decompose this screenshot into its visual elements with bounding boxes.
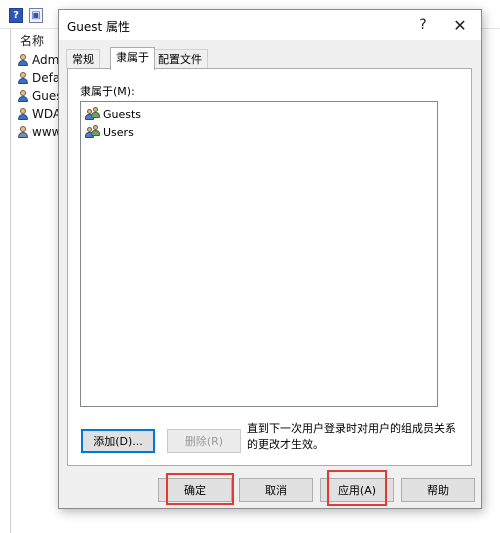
guest-properties-dialog: Guest 属性 ? ✕ 常规 隶属于 配置文件 隶属于(M): Guests bbox=[58, 9, 482, 509]
tab-member-of[interactable]: 隶属于 bbox=[110, 47, 155, 70]
remove-button[interactable]: 删除(R) bbox=[167, 429, 241, 453]
tab-general[interactable]: 常规 bbox=[66, 49, 100, 69]
tree-divider bbox=[10, 29, 11, 533]
user-icon bbox=[16, 89, 30, 103]
cancel-button[interactable]: 取消 bbox=[239, 478, 313, 502]
membership-change-note: 直到下一次用户登录时对用户的组成员关系的更改才生效。 bbox=[247, 422, 456, 451]
group-item-guests[interactable]: Guests bbox=[85, 106, 141, 122]
group-icon bbox=[85, 125, 101, 139]
group-item-label: Users bbox=[103, 125, 134, 139]
apply-button[interactable]: 应用(A) bbox=[320, 478, 394, 502]
tab-panel-member-of: 隶属于(M): Guests Users 添加(D)... 删除(R) 直到下一… bbox=[67, 68, 472, 466]
help-icon[interactable]: ? bbox=[408, 13, 438, 37]
help-button[interactable]: 帮助 bbox=[401, 478, 475, 502]
add-button[interactable]: 添加(D)... bbox=[81, 429, 155, 453]
group-item-label: Guests bbox=[103, 107, 142, 121]
group-item-users[interactable]: Users bbox=[85, 124, 134, 140]
list-item-label: WDA bbox=[32, 107, 62, 121]
user-icon bbox=[16, 71, 30, 85]
tab-profile[interactable]: 配置文件 bbox=[152, 49, 208, 69]
user-icon bbox=[16, 107, 30, 121]
ok-button[interactable]: 确定 bbox=[158, 478, 232, 502]
close-icon[interactable]: ✕ bbox=[445, 13, 475, 37]
groups-listbox[interactable]: Guests Users bbox=[80, 101, 438, 407]
user-icon bbox=[16, 53, 30, 67]
group-icon bbox=[85, 107, 101, 121]
member-of-label: 隶属于(M): bbox=[80, 85, 135, 98]
dialog-title: Guest 属性 bbox=[67, 20, 131, 34]
user-icon bbox=[16, 125, 30, 139]
help-toolbar-icon[interactable]: ? bbox=[9, 8, 23, 23]
dialog-titlebar[interactable]: Guest 属性 ? ✕ bbox=[59, 10, 481, 40]
view-toolbar-icon[interactable]: ▣ bbox=[29, 8, 43, 23]
